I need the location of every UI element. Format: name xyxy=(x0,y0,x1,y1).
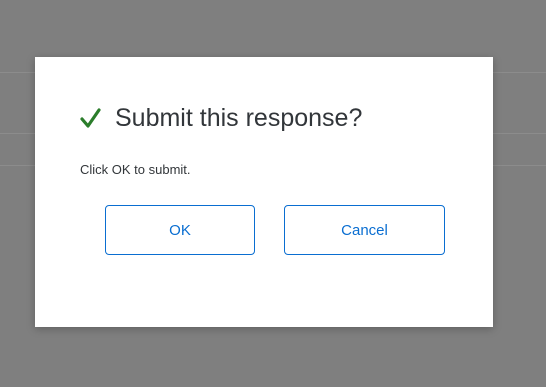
dialog-header: Submit this response? xyxy=(79,101,362,135)
checkmark-icon xyxy=(79,107,101,129)
dialog-message: Click OK to submit. xyxy=(80,162,191,177)
ok-button[interactable]: OK xyxy=(105,205,255,255)
dialog-title: Submit this response? xyxy=(115,103,363,132)
screen-overlay: Submit this response? Click OK to submit… xyxy=(0,0,546,387)
confirm-dialog: Submit this response? Click OK to submit… xyxy=(35,57,493,327)
cancel-button[interactable]: Cancel xyxy=(284,205,445,255)
